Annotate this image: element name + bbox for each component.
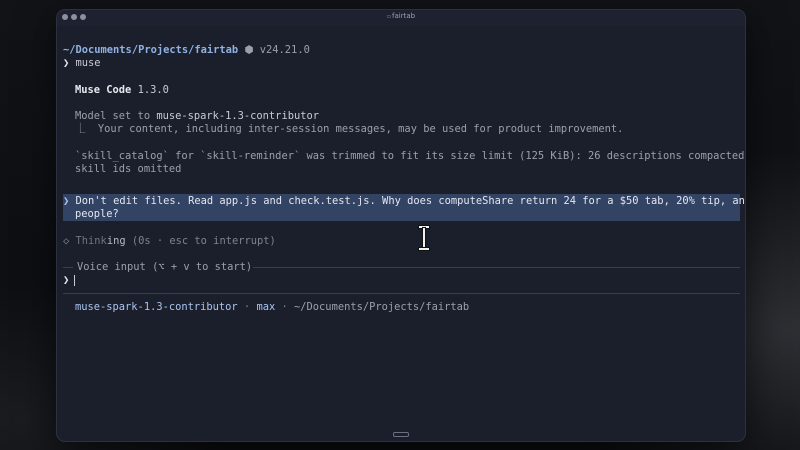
mouse-ibeam-cursor-icon <box>418 226 430 250</box>
model-notice: Model set to muse-spark-1.3-contributor <box>75 110 319 123</box>
footer-separator: · <box>281 301 288 313</box>
skill-notice-line2: skill ids omitted <box>75 163 182 175</box>
input-bottom-border <box>63 293 740 294</box>
footer-separator: · <box>243 301 251 313</box>
skill-notice-line1: `skill_catalog` for `skill-reminder` was… <box>75 150 746 162</box>
footer-model: muse-spark-1.3-contributor <box>75 301 238 313</box>
thinking-label-dim: Think <box>75 235 107 247</box>
command-text: muse <box>75 57 101 69</box>
footer-status: muse-spark-1.3-contributor · max · ~/Doc… <box>75 301 469 314</box>
node-version: v24.21.0 <box>259 44 310 56</box>
prompt-icon: ❯ <box>63 57 70 69</box>
privacy-text: Your content, including inter-session me… <box>97 123 624 135</box>
voice-input-label: Voice input (⌥ + v to start) <box>75 261 255 274</box>
user-message-line2: people? <box>75 208 119 220</box>
model-prefix: Model set to <box>75 110 157 122</box>
input-prompt-icon: ❯ <box>63 274 70 286</box>
footer-mode: max <box>256 301 276 313</box>
user-message-line1: ❯ Don't edit files. Read app.js and chec… <box>63 195 746 208</box>
thinking-status: ◇ Thinking (0s · esc to interrupt) <box>63 235 276 248</box>
thinking-detail: (0s · esc to interrupt) <box>131 235 276 247</box>
privacy-notice: ⎿ Your content, including inter-session … <box>75 123 623 136</box>
tree-branch-icon: ⎿ <box>75 123 86 135</box>
window-title-text: fairtab <box>392 12 416 20</box>
input-prompt-line[interactable]: ❯ <box>63 274 69 287</box>
user-message-marker: ❯ <box>63 195 70 207</box>
title-bar[interactable]: ▫fairtab <box>57 10 745 26</box>
folder-icon: ▫ <box>386 13 391 20</box>
thinking-glyph-icon: ◇ <box>63 235 70 247</box>
shell-prompt-line: ~/Documents/Projects/fairtab ⬢ v24.21.0 <box>63 44 310 57</box>
node-icon: ⬢ <box>244 44 254 56</box>
input-top-border-left <box>63 267 73 268</box>
model-name: muse-spark-1.3-contributor <box>156 110 319 122</box>
app-name: Muse Code <box>75 84 132 96</box>
app-banner: Muse Code 1.3.0 <box>75 84 169 97</box>
cwd-path: ~/Documents/Projects/fairtab <box>63 44 239 56</box>
input-top-border-right <box>253 267 740 268</box>
footer-path: ~/Documents/Projects/fairtab <box>294 301 470 313</box>
text-cursor <box>74 275 75 286</box>
thinking-label-bright: ing <box>106 235 126 247</box>
resize-handle-icon[interactable] <box>393 432 409 437</box>
user-message-text1: Don't edit files. Read app.js and check.… <box>75 195 746 207</box>
command-line: ❯ muse <box>63 57 101 70</box>
app-version: 1.3.0 <box>137 84 169 96</box>
window-title: ▫fairtab <box>57 12 745 20</box>
terminal-content[interactable]: ~/Documents/Projects/fairtab ⬢ v24.21.0 … <box>63 44 745 427</box>
terminal-window[interactable]: ▫fairtab ~/Documents/Projects/fairtab ⬢ … <box>56 9 746 442</box>
